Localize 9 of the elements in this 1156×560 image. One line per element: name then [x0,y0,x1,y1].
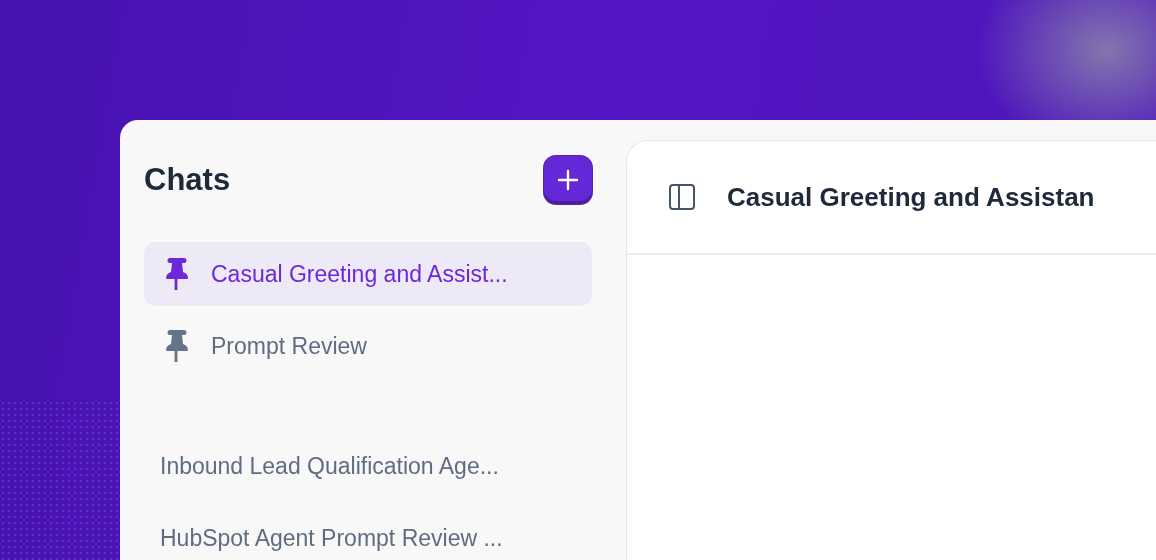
sidebar-toggle-icon[interactable] [668,183,696,211]
chat-item[interactable]: Inbound Lead Qualification Age... [144,434,592,498]
chat-item[interactable]: Prompt Review [144,314,592,378]
chat-title: Casual Greeting and Assistan [727,181,1095,213]
sidebar-title: Chats [144,162,231,198]
plus-icon [556,168,580,192]
chat-item[interactable]: Casual Greeting and Assist... [144,242,592,306]
new-chat-button[interactable] [544,156,592,204]
chat-item[interactable]: HubSpot Agent Prompt Review ... [144,506,592,560]
